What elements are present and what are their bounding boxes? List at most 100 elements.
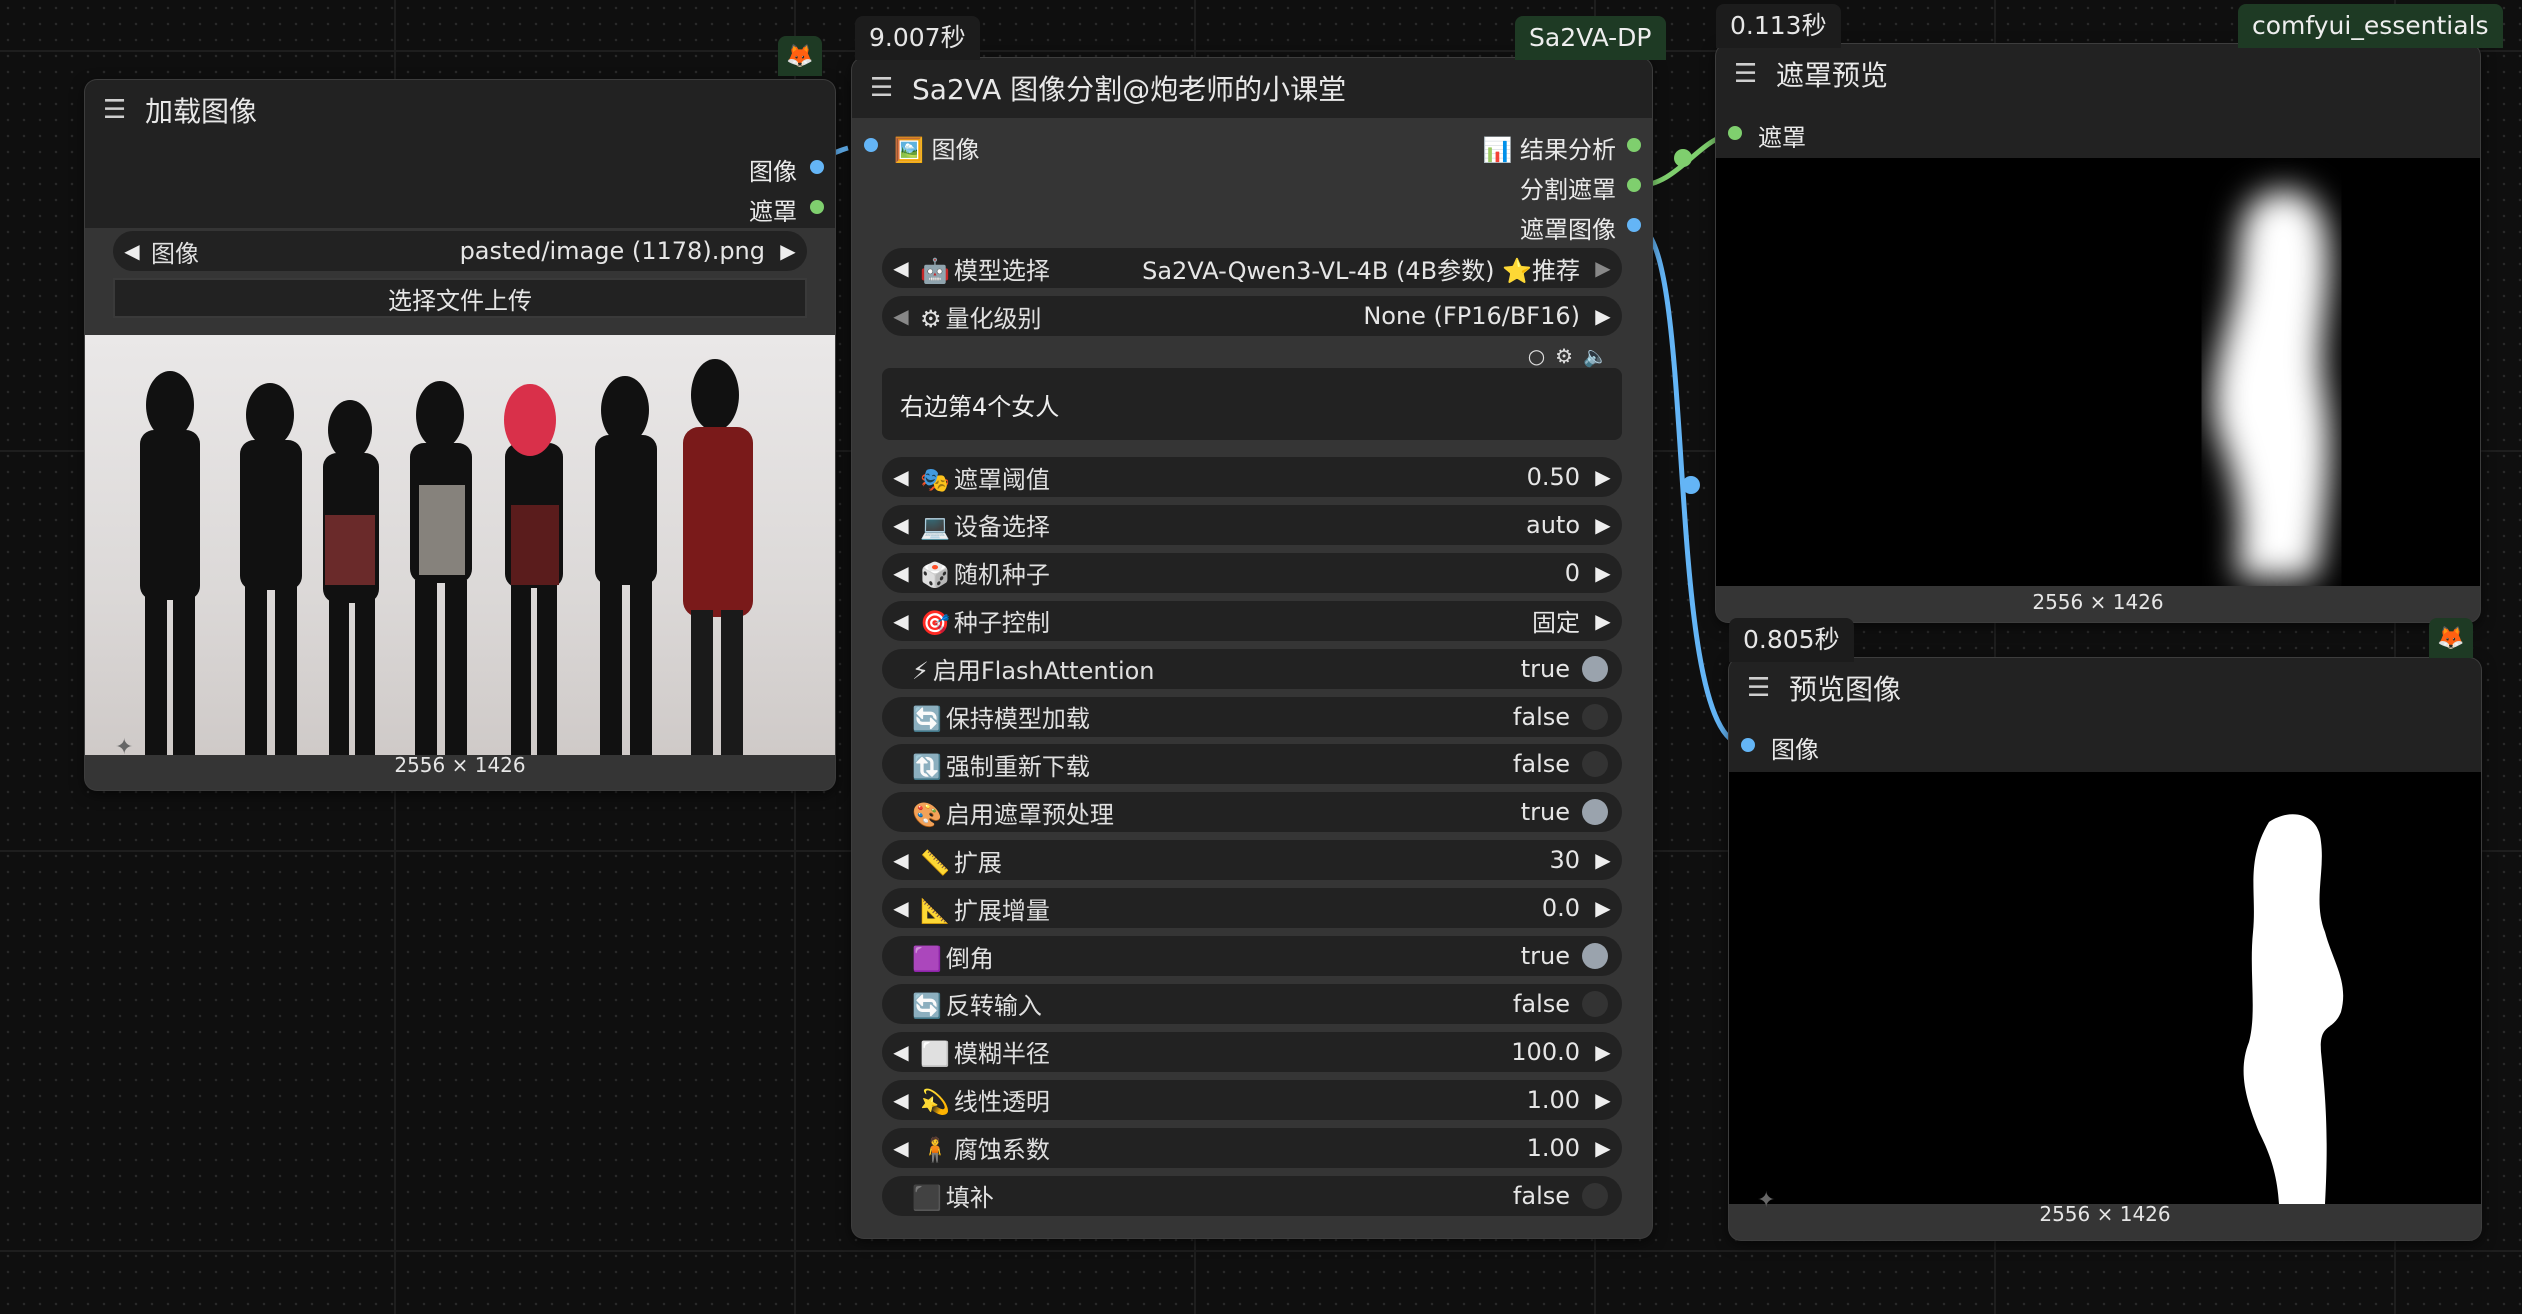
output-socket-analysis[interactable]: [1627, 138, 1641, 152]
param-widget-2[interactable]: ◀ 🎲 随机种子 0 ▶: [882, 552, 1622, 593]
param-label: 💻 设备选择: [920, 507, 1526, 542]
param-widget-8[interactable]: ◀ 📏 扩展 30 ▶: [882, 840, 1622, 881]
speaker-icon[interactable]: 🔈: [1583, 344, 1618, 368]
right-arrow-icon[interactable]: ▶: [1584, 1136, 1622, 1160]
param-label-text: 保持模型加载: [945, 705, 1090, 733]
left-arrow-icon[interactable]: ◀: [882, 465, 920, 489]
left-arrow-icon[interactable]: ◀: [882, 561, 920, 585]
param-value: 0: [1564, 558, 1580, 587]
left-arrow-icon[interactable]: ◀: [882, 513, 920, 537]
menu-icon[interactable]: ☰: [870, 75, 896, 101]
right-arrow-icon[interactable]: ▶: [1584, 896, 1622, 920]
inputs-area: [1729, 718, 2481, 772]
preview-image-node[interactable]: ☰ 预览图像 图像 ✦ 2556 × 1426: [1729, 658, 2481, 1240]
output-socket-image[interactable]: [810, 160, 824, 174]
param-widget-13[interactable]: ◀ 💫 线性透明 1.00 ▶: [882, 1079, 1622, 1120]
toggle-knob[interactable]: [1582, 751, 1608, 778]
upload-button[interactable]: 选择文件上传: [113, 278, 807, 318]
param-icon: 🧍: [920, 1136, 950, 1165]
right-arrow-icon[interactable]: ▶: [1584, 256, 1622, 280]
param-label-text: 腐蚀系数: [953, 1136, 1050, 1165]
prompt-textarea[interactable]: 右边第4个女人: [882, 368, 1622, 440]
node-title: 加载图像: [145, 95, 258, 128]
toggle-knob[interactable]: [1582, 655, 1608, 682]
sa2va-node[interactable]: ☰ Sa2VA 图像分割@炮老师的小课堂 🖼️ 图像 📊 结果分析 分割遮罩 遮…: [852, 58, 1652, 1238]
toggle-knob[interactable]: [1582, 703, 1608, 730]
wire-midpoint-blue: [1682, 476, 1700, 494]
right-arrow-icon[interactable]: ▶: [1584, 304, 1622, 328]
output-socket-mask-image[interactable]: [1627, 218, 1641, 232]
param-widget-10[interactable]: 🟪 倒角 true: [882, 936, 1622, 976]
left-arrow-icon[interactable]: ◀: [882, 256, 920, 280]
input-label-image: 图像: [1771, 736, 1819, 764]
toggle-knob[interactable]: [1582, 1182, 1608, 1209]
right-arrow-icon[interactable]: ▶: [1584, 1040, 1622, 1064]
output-socket-seg-mask[interactable]: [1627, 178, 1641, 192]
input-socket-image[interactable]: [864, 138, 878, 152]
node-header[interactable]: ☰ 遮罩预览: [1716, 44, 2480, 104]
param-label: 🎭 遮罩阈值: [920, 460, 1527, 495]
param-widget-7[interactable]: 🎨 启用遮罩预处理 true: [882, 792, 1622, 833]
toggle-knob[interactable]: [1582, 799, 1608, 826]
param-widget-5[interactable]: 🔄 保持模型加载 false: [882, 696, 1622, 737]
param-widget-4[interactable]: ⚡ 启用FlashAttention true: [882, 648, 1622, 689]
left-arrow-icon[interactable]: ◀: [882, 304, 920, 328]
param-widget-15[interactable]: ⬛ 填补 false: [882, 1175, 1622, 1216]
model-select-combo[interactable]: ◀ 🤖 模型选择 Sa2VA-Qwen3-VL-4B (4B参数) ⭐推荐 ▶: [882, 248, 1622, 288]
param-label: 🧍 腐蚀系数: [920, 1130, 1527, 1165]
toggle-knob[interactable]: [1582, 943, 1608, 969]
param-widget-9[interactable]: ◀ 📐 扩展增量 0.0 ▶: [882, 888, 1622, 929]
param-value: 1.00: [1526, 1133, 1580, 1162]
robot-icon: 🤖: [920, 256, 950, 285]
menu-icon[interactable]: ☰: [103, 97, 129, 123]
right-arrow-icon[interactable]: ▶: [1584, 465, 1622, 489]
param-value: 1.00: [1526, 1085, 1580, 1114]
param-label-text: 启用FlashAttention: [932, 657, 1155, 686]
node-header[interactable]: ☰ 预览图像: [1729, 658, 2481, 718]
quantization-combo[interactable]: ◀ ⚙ 量化级别 None (FP16/BF16) ▶: [882, 296, 1622, 336]
param-value: false: [1512, 1181, 1570, 1210]
left-arrow-icon[interactable]: ◀: [882, 848, 920, 872]
left-arrow-icon[interactable]: ◀: [882, 609, 920, 633]
right-arrow-icon[interactable]: ▶: [769, 239, 807, 263]
menu-icon[interactable]: ☰: [1734, 61, 1760, 87]
mask-preview-node[interactable]: ☰ 遮罩预览 遮罩 2556 × 1426: [1716, 44, 2480, 622]
load-image-node[interactable]: ☰ 加载图像 图像 遮罩 ◀ 图像 pasted/image (1178).pn…: [85, 80, 835, 790]
input-socket-image[interactable]: [1741, 738, 1755, 752]
left-arrow-icon[interactable]: ◀: [882, 1088, 920, 1112]
param-widget-1[interactable]: ◀ 💻 设备选择 auto ▶: [882, 504, 1622, 545]
left-arrow-icon[interactable]: ◀: [113, 239, 151, 263]
settings-icon[interactable]: ⚙: [1555, 344, 1583, 368]
left-arrow-icon[interactable]: ◀: [882, 1136, 920, 1160]
node-header[interactable]: ☰ 加载图像: [85, 80, 835, 140]
param-label-text: 强制重新下载: [945, 752, 1090, 781]
param-label: 🔄 反转输入: [912, 986, 1513, 1021]
blurred-mask-image: [2213, 190, 2330, 578]
menu-icon[interactable]: ☰: [1747, 675, 1773, 701]
image-file-combo[interactable]: ◀ 图像 pasted/image (1178).png ▶: [113, 231, 807, 271]
toggle-knob[interactable]: [1582, 990, 1608, 1017]
left-arrow-icon[interactable]: ◀: [882, 1040, 920, 1064]
node-header[interactable]: ☰ Sa2VA 图像分割@炮老师的小课堂: [852, 58, 1652, 118]
left-arrow-icon[interactable]: ◀: [882, 896, 920, 920]
right-arrow-icon[interactable]: ▶: [1584, 513, 1622, 537]
right-arrow-icon[interactable]: ▶: [1584, 848, 1622, 872]
param-icon: 📏: [920, 848, 950, 877]
param-widget-14[interactable]: ◀ 🧍 腐蚀系数 1.00 ▶: [882, 1127, 1622, 1168]
right-arrow-icon[interactable]: ▶: [1584, 609, 1622, 633]
output-socket-mask[interactable]: [810, 200, 824, 214]
param-widget-11[interactable]: 🔄 反转输入 false: [882, 983, 1622, 1024]
param-widget-6[interactable]: 🔃 强制重新下载 false: [882, 744, 1622, 785]
param-label-text: 模糊半径: [953, 1040, 1050, 1069]
output-label-image: 图像: [749, 158, 797, 186]
param-label: 💫 线性透明: [920, 1082, 1527, 1117]
param-icon: 🎯: [920, 609, 950, 638]
input-socket-mask[interactable]: [1728, 126, 1742, 140]
param-widget-3[interactable]: ◀ 🎯 种子控制 固定 ▶: [882, 600, 1622, 641]
circle-icon[interactable]: ○: [1528, 344, 1555, 368]
param-widget-12[interactable]: ◀ ⬜ 模糊半径 100.0 ▶: [882, 1031, 1622, 1072]
right-arrow-icon[interactable]: ▶: [1584, 1088, 1622, 1112]
param-label-text: 反转输入: [945, 992, 1042, 1021]
param-widget-0[interactable]: ◀ 🎭 遮罩阈值 0.50 ▶: [882, 457, 1622, 497]
right-arrow-icon[interactable]: ▶: [1584, 561, 1622, 585]
